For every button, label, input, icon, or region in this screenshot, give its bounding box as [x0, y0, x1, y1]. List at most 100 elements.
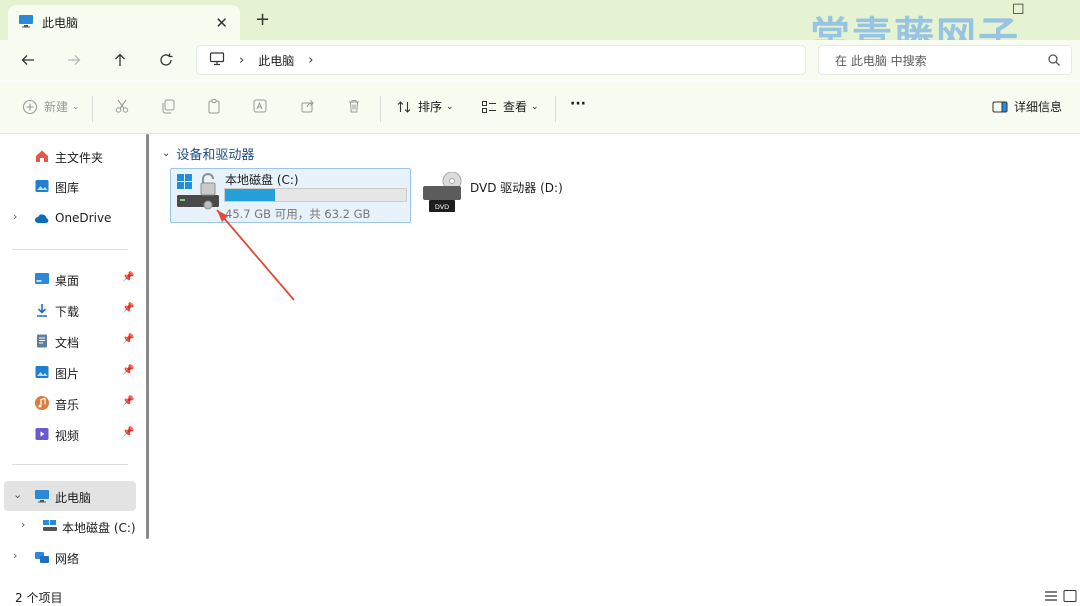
document-icon	[37, 334, 47, 348]
pin-icon[interactable]: 📌	[122, 334, 134, 345]
sidebar-item-label: 本地磁盘 (C:)	[62, 521, 136, 535]
rename-button[interactable]	[252, 98, 268, 114]
search-box[interactable]: 在 此电脑 中搜索	[818, 45, 1072, 75]
desktop-icon	[35, 273, 49, 284]
chevron-down-icon: ⌄	[446, 101, 454, 112]
gallery-icon	[35, 180, 49, 192]
sort-icon	[397, 100, 411, 113]
new-tab-button[interactable]: +	[255, 9, 270, 30]
network-icon	[35, 552, 49, 563]
title-bar: 此电脑 ✕ + ☐ 常青藤网子	[0, 0, 1080, 60]
sidebar-item-videos[interactable]: 视频 📌	[0, 420, 136, 448]
arrow-right-icon	[68, 55, 81, 65]
copy-button[interactable]	[160, 98, 176, 114]
new-button-label: 新建	[44, 100, 69, 114]
more-options-button[interactable]: ···	[570, 96, 586, 112]
tab-this-pc[interactable]: 此电脑 ✕	[8, 5, 240, 40]
delete-button[interactable]	[346, 98, 362, 114]
dvd-badge: DVD	[435, 203, 449, 211]
chevron-down-icon: ⌄	[531, 101, 539, 112]
view-button-label: 查看	[503, 100, 528, 114]
chevron-right-icon[interactable]: ›	[13, 549, 17, 562]
sidebar-item-network[interactable]: › 网络	[0, 543, 136, 571]
refresh-icon	[160, 53, 173, 66]
dvd-drive-icon: DVD	[423, 172, 462, 212]
rename-icon	[253, 99, 267, 113]
view-button[interactable]: 查看 ⌄	[481, 98, 539, 115]
sidebar-item-label: 桌面	[55, 274, 80, 288]
pin-icon[interactable]: 📌	[122, 365, 134, 376]
sidebar-item-label: 音乐	[55, 398, 80, 412]
plus-circle-icon	[22, 99, 38, 114]
video-icon	[35, 428, 49, 440]
chevron-down-icon[interactable]: ⌄	[13, 488, 22, 501]
sidebar-item-onedrive[interactable]: › OneDrive	[0, 204, 136, 232]
tiles-view-icon[interactable]	[1062, 589, 1078, 603]
chevron-right-icon[interactable]: ›	[13, 210, 17, 223]
details-view-icon[interactable]	[1043, 589, 1059, 603]
sidebar-item-label: 视频	[55, 429, 80, 443]
navigation-pane: 主文件夹 图库 › OneDrive 桌面 📌 下载 📌 文档 📌 图片 📌 音…	[0, 134, 152, 586]
drive-icon	[43, 520, 57, 531]
computer-icon	[35, 490, 49, 503]
back-button[interactable]	[16, 48, 40, 72]
cloud-icon	[35, 214, 49, 223]
pin-icon[interactable]: 📌	[122, 396, 134, 407]
navigation-bar: › 此电脑 › 在 此电脑 中搜索	[0, 40, 1080, 80]
sort-button[interactable]: 排序 ⌄	[396, 98, 454, 115]
computer-icon	[18, 14, 34, 31]
up-button[interactable]	[108, 48, 132, 72]
share-icon	[301, 100, 314, 113]
toolbar-divider	[92, 96, 93, 122]
pin-icon[interactable]: 📌	[122, 303, 134, 314]
sidebar-item-pictures[interactable]: 图片 📌	[0, 358, 136, 386]
details-pane-icon	[992, 101, 1008, 112]
toolbar-divider	[380, 96, 381, 122]
pictures-icon	[35, 366, 49, 378]
tab-title: 此电脑	[42, 16, 79, 30]
command-toolbar: 新建 ⌄ 排序 ⌄ 查看 ⌄ ··· 详细信息	[0, 82, 1080, 134]
pin-icon[interactable]: 📌	[122, 427, 134, 438]
sidebar-item-label: 主文件夹	[55, 151, 104, 165]
sidebar-divider	[12, 464, 128, 465]
file-list-pane: ⌄ 设备和驱动器 本地磁盘 (C:) 45.7 GB 可用，共 63.2 GB …	[152, 134, 1080, 586]
cut-button[interactable]	[114, 98, 130, 114]
paste-button[interactable]	[206, 98, 222, 114]
sidebar-item-desktop[interactable]: 桌面 📌	[0, 265, 136, 293]
chevron-right-icon[interactable]: ›	[21, 518, 25, 531]
view-list-icon	[482, 100, 496, 113]
copy-icon	[162, 99, 175, 114]
drive-d-tile[interactable]: DVD DVD 驱动器 (D:)	[418, 172, 568, 222]
sidebar-item-documents[interactable]: 文档 📌	[0, 327, 136, 355]
toolbar-divider	[555, 96, 556, 122]
sidebar-item-local-disk[interactable]: › 本地磁盘 (C:)	[0, 512, 136, 540]
sort-button-label: 排序	[418, 100, 443, 114]
sidebar-scrollbar[interactable]	[146, 134, 149, 539]
sidebar-item-downloads[interactable]: 下载 📌	[0, 296, 136, 324]
sidebar-item-home[interactable]: 主文件夹	[0, 142, 136, 170]
close-tab-icon[interactable]: ✕	[215, 14, 228, 32]
arrow-left-icon	[21, 55, 34, 65]
sidebar-item-this-pc[interactable]: ⌄ 此电脑	[4, 481, 136, 511]
breadcrumb-chevron-icon[interactable]: ›	[239, 53, 244, 68]
refresh-button[interactable]	[154, 48, 178, 72]
pin-icon[interactable]: 📌	[122, 272, 134, 283]
sidebar-divider	[12, 249, 128, 250]
scissors-icon	[115, 99, 129, 113]
sidebar-item-label: OneDrive	[55, 211, 112, 225]
breadcrumb-chevron-icon[interactable]: ›	[308, 53, 313, 68]
arrow-up-icon	[115, 53, 125, 66]
sidebar-item-label: 下载	[55, 305, 80, 319]
download-icon	[37, 304, 47, 317]
forward-button[interactable]	[62, 48, 86, 72]
search-input[interactable]: 在 此电脑 中搜索	[835, 52, 927, 69]
sidebar-item-music[interactable]: 音乐 📌	[0, 389, 136, 417]
details-pane-button[interactable]: 详细信息	[992, 98, 1062, 115]
share-button[interactable]	[300, 98, 316, 114]
address-bar[interactable]: › 此电脑 ›	[196, 45, 806, 75]
sidebar-item-gallery[interactable]: 图库	[0, 172, 136, 200]
search-icon[interactable]	[1047, 53, 1061, 70]
breadcrumb-this-pc[interactable]: 此电脑	[258, 52, 294, 69]
clipboard-icon	[208, 99, 220, 114]
new-button[interactable]: 新建 ⌄	[22, 98, 80, 115]
